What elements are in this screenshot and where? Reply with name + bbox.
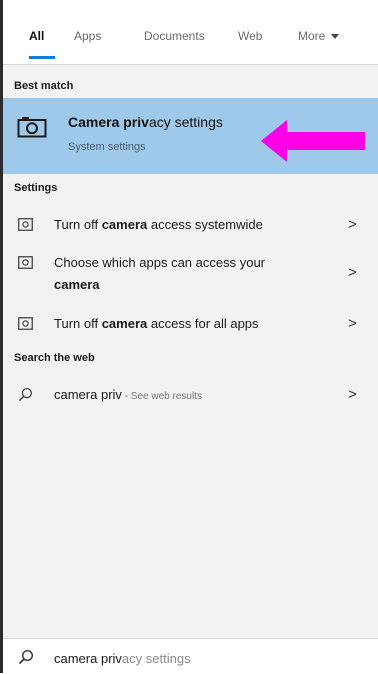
chevron-right-icon: >	[348, 315, 357, 332]
section-search-web: Search the web	[14, 352, 95, 364]
tab-documents[interactable]: Documents	[144, 29, 205, 43]
chevron-right-icon: >	[348, 216, 357, 233]
filter-tabs: All Apps Documents Web More	[3, 0, 378, 65]
chevron-down-icon	[331, 34, 340, 40]
search-query: camera privacy settings	[54, 651, 191, 666]
label-pre: Turn off	[54, 316, 102, 331]
best-match-title-rest: acy settings	[148, 114, 223, 130]
section-settings: Settings	[14, 182, 58, 194]
tab-apps[interactable]: Apps	[74, 29, 101, 43]
settings-item-turn-off-systemwide[interactable]: Turn off camera access systemwide >	[3, 213, 378, 237]
settings-camera-icon	[18, 218, 33, 231]
chevron-right-icon: >	[348, 264, 357, 281]
settings-camera-icon	[18, 317, 33, 330]
settings-item-label: Turn off camera access systemwide	[54, 214, 263, 236]
settings-item-label: Turn off camera access for all apps	[54, 313, 259, 335]
section-best-match: Best match	[14, 80, 74, 92]
search-icon	[18, 649, 34, 665]
settings-item-turn-off-all-apps[interactable]: Turn off camera access for all apps >	[3, 312, 378, 336]
tab-all[interactable]: All	[29, 29, 44, 43]
settings-item-choose-apps[interactable]: Choose which apps can access your camera …	[3, 251, 378, 297]
web-suffix: - See web results	[121, 391, 202, 402]
best-match-title-match: Camera priv	[68, 114, 149, 130]
label-pre: Turn off	[54, 217, 102, 232]
chevron-right-icon: >	[348, 386, 357, 403]
settings-item-label: Choose which apps can access your camera	[54, 252, 324, 296]
search-input[interactable]: camera privacy settings	[3, 638, 378, 674]
web-result-label: camera priv - See web results	[54, 384, 202, 408]
search-icon	[18, 387, 33, 402]
label-post: access for all apps	[147, 316, 259, 331]
settings-camera-icon	[18, 256, 33, 269]
web-query: camera priv	[54, 387, 122, 402]
label-match: camera	[101, 217, 148, 232]
best-match-result[interactable]: Camera privacy settings System settings	[3, 98, 378, 174]
search-autocomplete: acy settings	[121, 651, 191, 666]
label-pre: Choose which apps can access your	[54, 255, 266, 270]
tab-more-label: More	[298, 29, 326, 43]
tab-more[interactable]: More	[298, 29, 340, 43]
best-match-subtitle: System settings	[68, 141, 146, 153]
active-tab-indicator	[29, 56, 55, 59]
camera-icon	[17, 117, 47, 138]
pointer-arrow-icon	[261, 120, 365, 162]
search-panel: All Apps Documents Web More Best match C…	[3, 0, 378, 674]
label-match: camera	[101, 316, 148, 331]
search-typed: camera priv	[54, 651, 122, 666]
label-match: camera	[54, 277, 100, 292]
best-match-title: Camera privacy settings	[68, 114, 223, 130]
label-post: access systemwide	[147, 217, 263, 232]
web-result-item[interactable]: camera priv - See web results >	[3, 383, 378, 407]
tab-web[interactable]: Web	[238, 29, 262, 43]
